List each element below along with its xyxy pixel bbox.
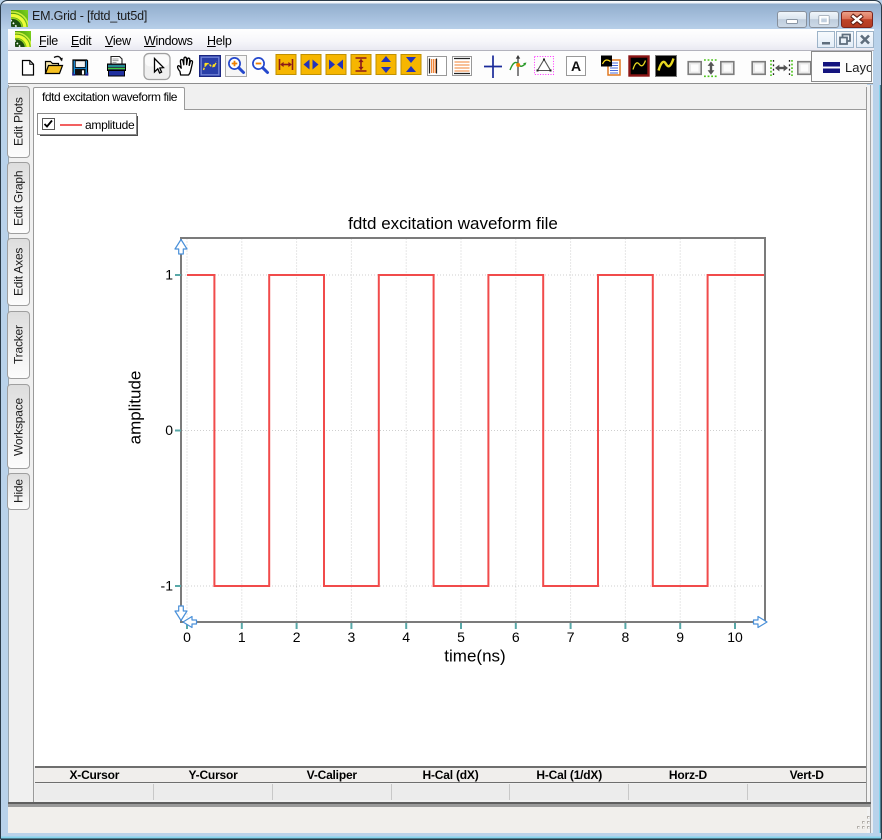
svg-text:0: 0 (183, 629, 191, 645)
svg-text:10: 10 (727, 629, 743, 645)
svg-text:8: 8 (622, 629, 630, 645)
svg-text:3: 3 (348, 629, 356, 645)
svg-text:5: 5 (457, 629, 465, 645)
svg-text:4: 4 (402, 629, 410, 645)
svg-text:6: 6 (512, 629, 520, 645)
svg-text:fdtd excitation waveform file: fdtd excitation waveform file (348, 214, 558, 233)
svg-text:time(ns): time(ns) (444, 647, 505, 666)
svg-text:amplitude: amplitude (126, 371, 145, 445)
svg-text:-1: -1 (161, 578, 174, 594)
svg-text:7: 7 (567, 629, 575, 645)
svg-text:9: 9 (676, 629, 684, 645)
svg-text:A: A (571, 58, 581, 74)
svg-text:1: 1 (165, 267, 173, 283)
svg-text:2: 2 (293, 629, 301, 645)
svg-text:1: 1 (238, 629, 246, 645)
svg-text:0: 0 (165, 422, 173, 438)
